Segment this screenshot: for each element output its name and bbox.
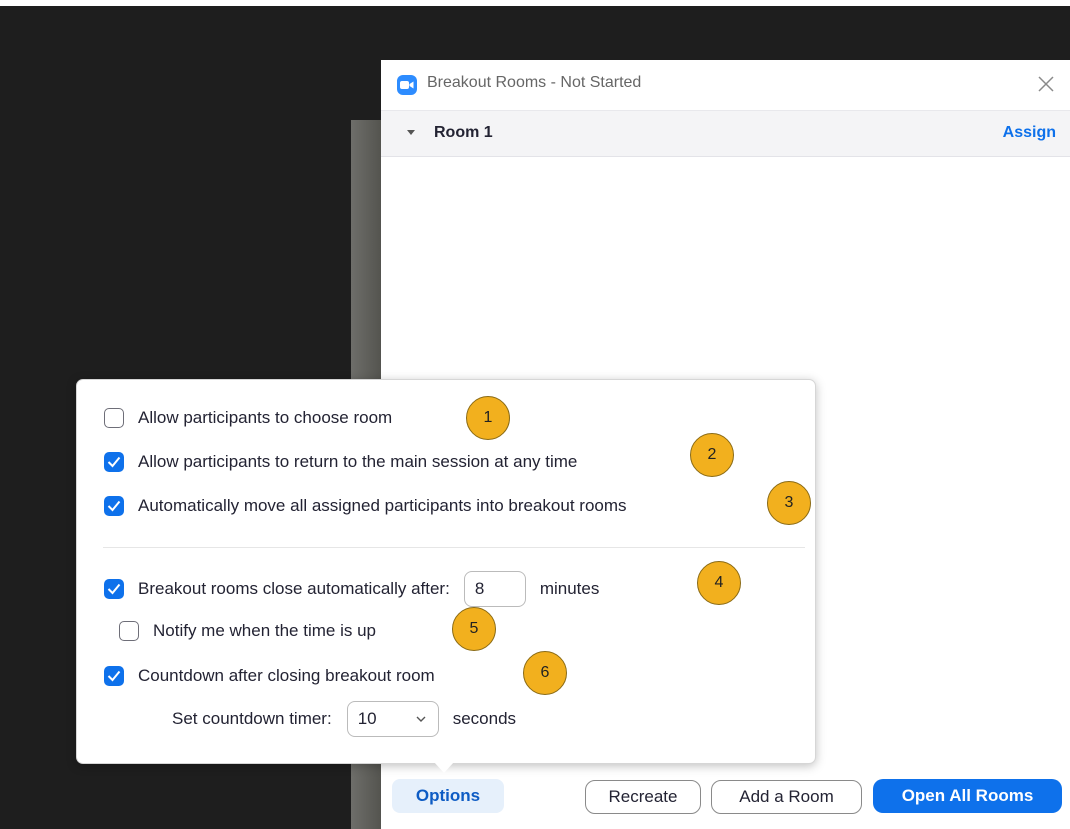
option-countdown[interactable]: Countdown after closing breakout room xyxy=(104,666,435,686)
room-name: Room 1 xyxy=(434,124,493,141)
option-notify[interactable]: Notify me when the time is up xyxy=(119,621,376,641)
caret-down-icon[interactable] xyxy=(407,130,415,135)
assign-button[interactable]: Assign xyxy=(1003,124,1056,142)
checkbox-unchecked[interactable] xyxy=(104,408,124,428)
checkbox-checked[interactable] xyxy=(104,452,124,472)
annotation-badge-1: 1 xyxy=(466,396,510,440)
option-label: Countdown after closing breakout room xyxy=(138,666,435,685)
option-label: Automatically move all assigned particip… xyxy=(138,496,627,515)
option-countdown-timer: Set countdown timer: 10 seconds xyxy=(172,701,516,737)
add-room-button[interactable]: Add a Room xyxy=(711,780,862,814)
zoom-camera-icon xyxy=(397,75,417,95)
option-label: Allow participants to choose room xyxy=(138,408,393,427)
option-allow-return[interactable]: Allow participants to return to the main… xyxy=(104,452,577,472)
minutes-unit-label: minutes xyxy=(539,579,600,598)
recreate-button[interactable]: Recreate xyxy=(585,780,701,814)
countdown-timer-label: Set countdown timer: xyxy=(172,709,332,728)
window-title: Breakout Rooms - Not Started xyxy=(427,74,642,91)
annotation-badge-3: 3 xyxy=(767,481,811,525)
checkbox-checked[interactable] xyxy=(104,496,124,516)
option-auto-close[interactable]: Breakout rooms close automatically after… xyxy=(104,571,599,607)
option-label: Allow participants to return to the main… xyxy=(138,452,578,471)
option-label: Notify me when the time is up xyxy=(153,621,376,640)
options-button[interactable]: Options xyxy=(392,779,504,813)
close-icon[interactable] xyxy=(1032,70,1060,98)
checkbox-checked[interactable] xyxy=(104,579,124,599)
popup-pointer xyxy=(434,762,454,773)
option-auto-move[interactable]: Automatically move all assigned particip… xyxy=(104,496,627,516)
option-allow-choose-room[interactable]: Allow participants to choose room xyxy=(104,408,392,428)
minutes-input[interactable]: 8 xyxy=(463,571,526,607)
open-all-rooms-button[interactable]: Open All Rooms xyxy=(873,779,1062,813)
room-row[interactable]: Room 1 Assign xyxy=(381,110,1070,157)
checkbox-checked[interactable] xyxy=(104,666,124,686)
divider xyxy=(103,547,805,548)
window-titlebar: Breakout Rooms - Not Started xyxy=(381,60,1070,110)
option-label: Breakout rooms close automatically after… xyxy=(138,579,450,598)
annotation-badge-5: 5 xyxy=(452,607,496,651)
checkbox-unchecked[interactable] xyxy=(119,621,139,641)
countdown-value: 10 xyxy=(357,709,377,728)
annotation-badge-2: 2 xyxy=(690,433,734,477)
annotation-badge-4: 4 xyxy=(697,561,741,605)
chevron-down-icon xyxy=(416,716,426,722)
seconds-unit-label: seconds xyxy=(452,709,517,728)
countdown-select[interactable]: 10 xyxy=(346,701,439,737)
annotation-badge-6: 6 xyxy=(523,651,567,695)
